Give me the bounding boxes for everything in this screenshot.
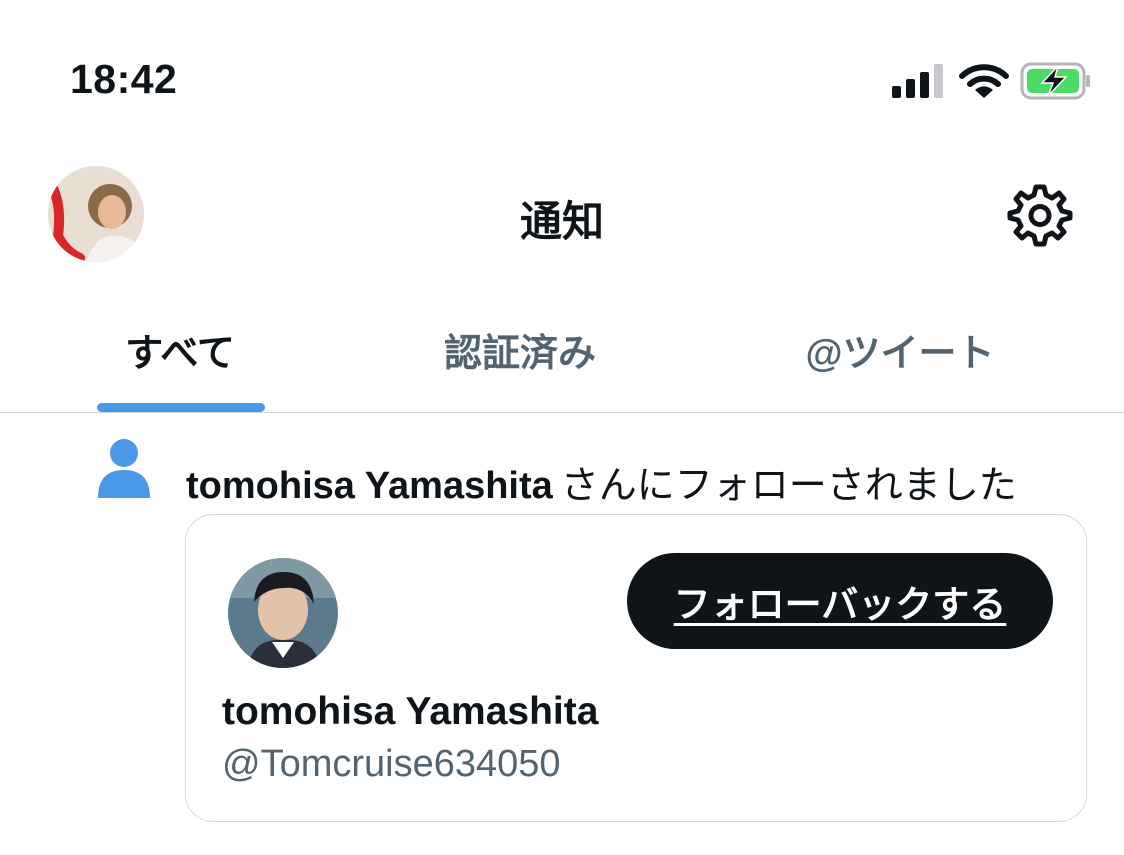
person-icon — [98, 439, 150, 498]
follower-handle[interactable]: @Tomcruise634050 — [222, 743, 561, 786]
cellular-signal-icon — [892, 64, 943, 98]
follower-display-name[interactable]: tomohisa Yamashita — [222, 690, 598, 734]
page-title: 通知 — [519, 198, 604, 245]
gear-icon[interactable] — [1007, 182, 1073, 248]
tab-verified[interactable]: 認証済み — [400, 322, 640, 377]
tabs-divider — [0, 412, 1124, 413]
notification-action-text: さんにフォローされました — [560, 465, 1017, 507]
tab-all[interactable]: すべて — [60, 322, 300, 377]
tab-mentions[interactable]: @ツイート — [770, 322, 1030, 377]
active-tab-indicator — [97, 403, 265, 412]
follow-back-button[interactable]: フォローバックする — [627, 553, 1053, 649]
wifi-icon — [959, 64, 1009, 98]
battery-charging-icon — [1020, 62, 1090, 100]
notification-actor-name[interactable]: tomohisa Yamashita — [186, 465, 553, 507]
status-time: 18:42 — [70, 56, 178, 102]
follower-avatar[interactable] — [228, 558, 338, 668]
notification-text[interactable]: tomohisa Yamashita さんにフォローされました — [186, 454, 1017, 509]
